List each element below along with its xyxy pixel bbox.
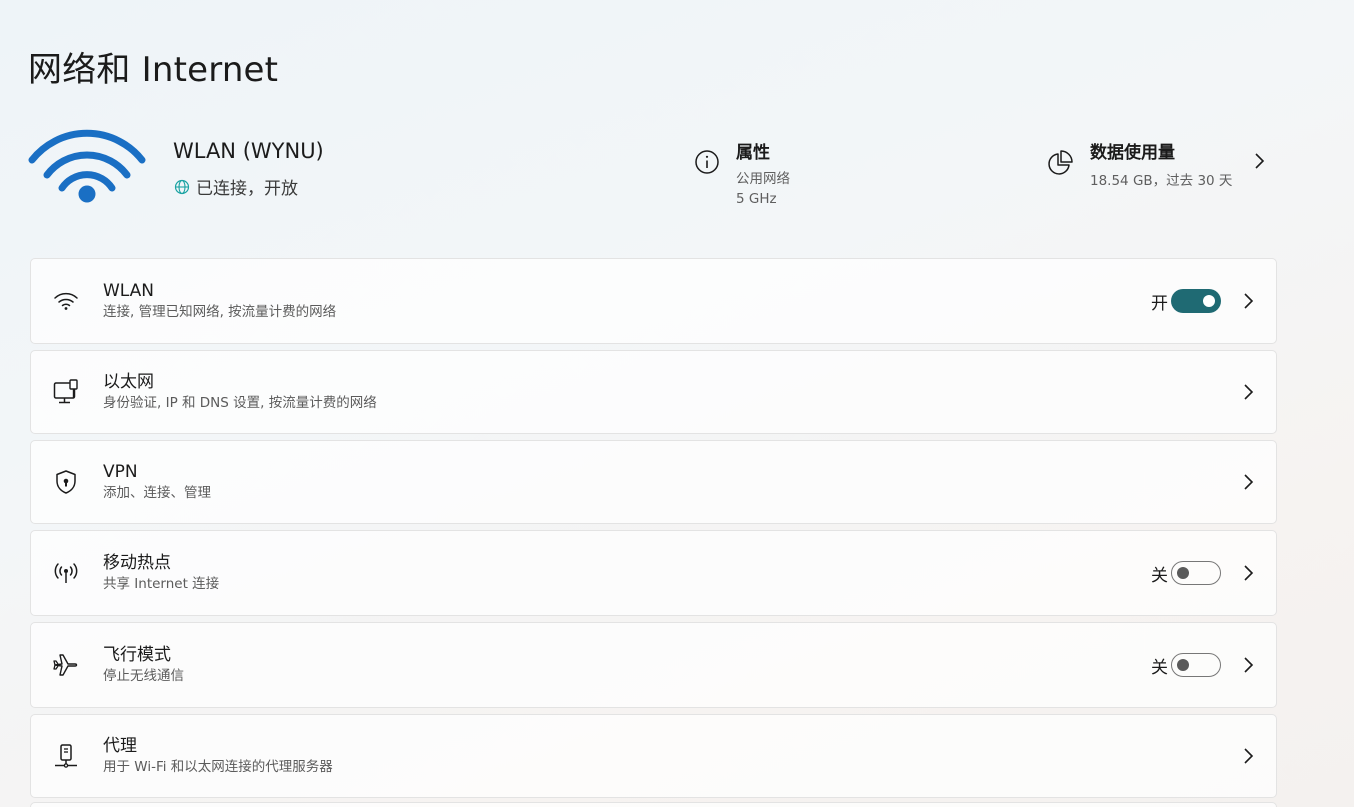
network-type: 公用网络 — [736, 171, 790, 187]
next-row-partial[interactable] — [30, 802, 1277, 807]
data-usage-title: 数据使用量 — [1090, 143, 1175, 163]
ethernet-icon — [53, 379, 78, 404]
wifi-large-icon — [28, 129, 146, 203]
hotspot-title: 移动热点 — [103, 552, 171, 573]
chevron-right-icon — [1244, 748, 1254, 764]
pie-chart-icon — [1048, 150, 1073, 175]
connection-status: 已连接，开放 — [174, 174, 298, 199]
wlan-row[interactable]: WLAN 连接, 管理已知网络, 按流量计费的网络 开 — [30, 258, 1277, 344]
properties-link[interactable]: 属性 公用网络 5 GHz — [694, 138, 790, 209]
hotspot-state: 关 — [1151, 565, 1168, 586]
proxy-row[interactable]: 代理 用于 Wi-Fi 和以太网连接的代理服务器 — [30, 714, 1277, 798]
vpn-title: VPN — [103, 461, 138, 482]
ethernet-subtitle: 身份验证, IP 和 DNS 设置, 按流量计费的网络 — [103, 394, 377, 411]
hotspot-subtitle: 共享 Internet 连接 — [103, 575, 220, 592]
info-icon — [695, 150, 719, 174]
data-usage-link[interactable]: 数据使用量 18.54 GB，过去 30 天 — [1046, 138, 1232, 189]
network-band: 5 GHz — [736, 191, 777, 207]
shield-icon — [56, 470, 76, 494]
vpn-row[interactable]: VPN 添加、连接、管理 — [30, 440, 1277, 524]
chevron-right-icon — [1244, 565, 1254, 581]
globe-icon — [174, 179, 190, 194]
hotspot-toggle[interactable] — [1171, 561, 1221, 585]
wlan-state: 开 — [1151, 293, 1168, 314]
ethernet-row[interactable]: 以太网 身份验证, IP 和 DNS 设置, 按流量计费的网络 — [30, 350, 1277, 434]
hotspot-icon — [54, 563, 78, 583]
ethernet-title: 以太网 — [103, 371, 154, 392]
chevron-right-icon — [1244, 293, 1254, 309]
connection-name: WLAN (WYNU) — [173, 139, 324, 163]
proxy-icon — [55, 744, 77, 768]
wlan-toggle[interactable] — [1171, 289, 1221, 313]
wlan-subtitle: 连接, 管理已知网络, 按流量计费的网络 — [103, 303, 337, 320]
connection-status-text: 已连接，开放 — [196, 179, 298, 199]
page-title: 网络和 Internet — [28, 50, 279, 90]
proxy-subtitle: 用于 Wi-Fi 和以太网连接的代理服务器 — [103, 758, 333, 775]
airplane-mode-subtitle: 停止无线通信 — [103, 667, 184, 684]
properties-title: 属性 — [736, 143, 770, 163]
wifi-icon — [54, 292, 78, 310]
chevron-right-icon — [1244, 384, 1254, 400]
airplane-mode-toggle[interactable] — [1171, 653, 1221, 677]
airplane-mode-title: 飞行模式 — [103, 644, 171, 665]
chevron-right-icon — [1244, 657, 1254, 673]
chevron-right-icon — [1244, 474, 1254, 490]
settings-list: WLAN 连接, 管理已知网络, 按流量计费的网络 开 以太网 身份验证, IP… — [30, 258, 1277, 804]
hotspot-row[interactable]: 移动热点 共享 Internet 连接 关 — [30, 530, 1277, 616]
proxy-title: 代理 — [103, 735, 137, 756]
data-usage-summary: 18.54 GB，过去 30 天 — [1090, 173, 1233, 189]
airplane-icon — [53, 654, 78, 676]
chevron-right-icon — [1255, 153, 1265, 169]
vpn-subtitle: 添加、连接、管理 — [103, 484, 211, 501]
airplane-mode-row[interactable]: 飞行模式 停止无线通信 关 — [30, 622, 1277, 708]
airplane-mode-state: 关 — [1151, 657, 1168, 678]
wlan-title: WLAN — [103, 280, 155, 301]
